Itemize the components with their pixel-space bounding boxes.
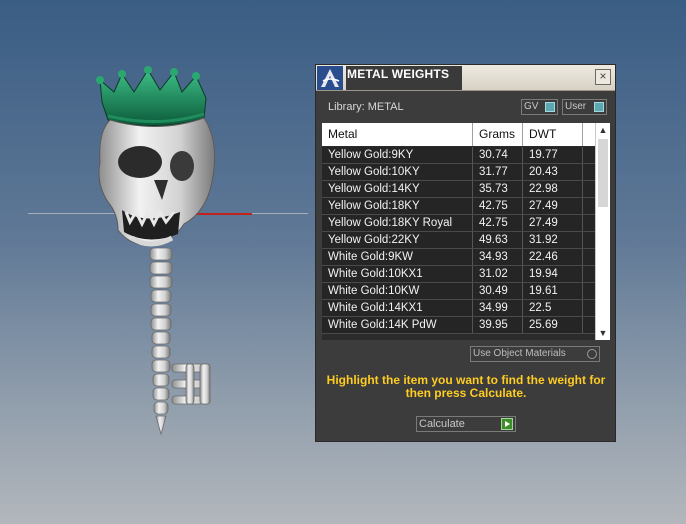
skull-key-model[interactable] [88, 62, 238, 442]
cell-dwt: 19.77 [523, 147, 583, 163]
cell-grams: 30.74 [473, 147, 523, 163]
radio-indicator-icon [587, 349, 597, 359]
table-row[interactable]: White Gold:10KW 30.49 19.61 [322, 283, 595, 300]
spine-shaft [149, 247, 173, 436]
user-toggle-label: User [565, 101, 587, 112]
toggle-indicator-icon [594, 102, 604, 112]
table-row[interactable]: Yellow Gold:10KY 31.77 20.43 [322, 164, 595, 181]
table-row[interactable]: Yellow Gold:18KY 42.75 27.49 [322, 198, 595, 215]
crown-shape [96, 66, 207, 126]
table-row[interactable]: Yellow Gold:18KY Royal 42.75 27.49 [322, 215, 595, 232]
user-toggle[interactable]: User [562, 99, 607, 115]
table-scrollbar[interactable]: ▲ ▼ [595, 123, 610, 340]
cell-dwt: 19.94 [523, 266, 583, 282]
calculate-button[interactable]: Calculate [416, 416, 516, 432]
column-header-metal[interactable]: Metal [322, 123, 473, 146]
metal-table: Metal Grams DWT Yellow Gold:9KY 30.74 19.7… [322, 123, 610, 340]
cell-metal: White Gold:10KX1 [322, 266, 473, 282]
cell-metal: Yellow Gold:22KY [322, 232, 473, 248]
cell-metal: Yellow Gold:9KY [322, 147, 473, 163]
cell-metal: White Gold:9KW [322, 249, 473, 265]
cell-dwt: 25.69 [523, 317, 583, 333]
cell-grams: 39.95 [473, 317, 523, 333]
cell-grams: 42.75 [473, 215, 523, 231]
table-row[interactable]: Yellow Gold:22KY 49.63 31.92 [322, 232, 595, 249]
cell-grams: 34.93 [473, 249, 523, 265]
cell-dwt: 27.49 [523, 198, 583, 214]
table-body: Yellow Gold:9KY 30.74 19.77 Yellow Gold:10K… [322, 147, 595, 334]
cell-grams: 31.77 [473, 164, 523, 180]
cell-dwt: 27.49 [523, 215, 583, 231]
cell-metal: Yellow Gold:14KY [322, 181, 473, 197]
column-header-dwt[interactable]: DWT [523, 123, 583, 146]
key-bit [171, 363, 211, 405]
cell-metal: Yellow Gold:18KY Royal [322, 215, 473, 231]
panel-title: METAL WEIGHTS [346, 66, 462, 90]
go-arrow-icon [501, 418, 513, 430]
cell-metal: Yellow Gold:18KY [322, 198, 473, 214]
panel-titlebar[interactable]: METAL WEIGHTS × [316, 65, 615, 91]
library-label: Library: METAL [328, 101, 404, 113]
cell-metal: White Gold:14KX1 [322, 300, 473, 316]
cell-grams: 42.75 [473, 198, 523, 214]
gv-toggle-label: GV [524, 101, 539, 112]
gv-toggle[interactable]: GV [521, 99, 558, 115]
cell-grams: 34.99 [473, 300, 523, 316]
cell-grams: 31.02 [473, 266, 523, 282]
cell-dwt: 22.46 [523, 249, 583, 265]
column-header-grams[interactable]: Grams [473, 123, 523, 146]
table-row[interactable]: Yellow Gold:9KY 30.74 19.77 [322, 147, 595, 164]
cell-metal: White Gold:14K PdW [322, 317, 473, 333]
cell-dwt: 31.92 [523, 232, 583, 248]
toggle-indicator-icon [545, 102, 555, 112]
scrollbar-thumb[interactable] [598, 139, 608, 207]
table-row[interactable]: White Gold:9KW 34.93 22.46 [322, 249, 595, 266]
cell-dwt: 20.43 [523, 164, 583, 180]
cell-grams: 30.49 [473, 283, 523, 299]
cell-metal: Yellow Gold:10KY [322, 164, 473, 180]
instruction-text: Highlight the item you want to find the … [326, 373, 606, 400]
cell-grams: 35.73 [473, 181, 523, 197]
table-row[interactable]: White Gold:10KX1 31.02 19.94 [322, 266, 595, 283]
cell-dwt: 22.98 [523, 181, 583, 197]
metal-weights-panel: METAL WEIGHTS × Library: METAL GV User M… [315, 64, 616, 442]
calculate-label: Calculate [419, 418, 465, 430]
table-row[interactable]: White Gold:14K PdW 39.95 25.69 [322, 317, 595, 334]
cell-grams: 49.63 [473, 232, 523, 248]
cell-dwt: 19.61 [523, 283, 583, 299]
cell-metal: White Gold:10KW [322, 283, 473, 299]
chevron-up-icon[interactable]: ▲ [596, 123, 610, 137]
use-object-materials-label: Use Object Materials [473, 348, 566, 359]
cell-dwt: 22.5 [523, 300, 583, 316]
close-icon[interactable]: × [595, 69, 611, 85]
chevron-down-icon[interactable]: ▼ [596, 326, 610, 340]
app-logo-icon [317, 66, 343, 90]
table-header: Metal Grams DWT [322, 123, 595, 146]
use-object-materials-toggle[interactable]: Use Object Materials [470, 346, 600, 362]
table-row[interactable]: Yellow Gold:14KY 35.73 22.98 [322, 181, 595, 198]
skull-shape [98, 117, 216, 247]
table-row[interactable]: White Gold:14KX1 34.99 22.5 [322, 300, 595, 317]
